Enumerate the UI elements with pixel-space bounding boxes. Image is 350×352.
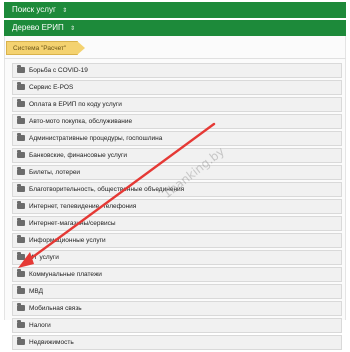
category-label: ИТ услуги: [29, 254, 59, 261]
breadcrumb-system-raschet[interactable]: Система "Расчет": [6, 41, 85, 55]
category-label: Недвижимость: [29, 339, 74, 346]
folder-icon: [17, 303, 25, 311]
divider: [4, 58, 346, 59]
category-item[interactable]: Банковские, финансовые услуги: [12, 148, 342, 163]
folder-icon: [17, 201, 25, 209]
category-label: Борьба с COVID-19: [29, 67, 88, 74]
folder-icon: [17, 218, 25, 226]
category-item[interactable]: Интернет-магазины/сервисы: [12, 216, 342, 231]
category-label: Авто-мото покупка, обслуживание: [29, 118, 133, 125]
category-item[interactable]: Коммунальные платежи: [12, 267, 342, 282]
folder-icon: [17, 235, 25, 243]
folder-icon: [17, 82, 25, 90]
category-item[interactable]: Мобильная связь: [12, 301, 342, 316]
category-item[interactable]: Борьба с COVID-19: [12, 63, 342, 78]
erip-tree-tab[interactable]: Дерево ЕРИП ⇕: [4, 20, 346, 36]
category-label: Сервис E-POS: [29, 84, 74, 91]
category-label: Мобильная связь: [29, 305, 82, 312]
folder-icon: [17, 320, 25, 328]
folder-icon: [17, 116, 25, 124]
category-label: Интернет, телевидение, телефония: [29, 203, 137, 210]
category-item[interactable]: Сервис E-POS: [12, 80, 342, 95]
breadcrumb-label: Система "Расчет": [13, 45, 67, 52]
folder-icon: [17, 252, 25, 260]
category-label: Оплата в ЕРИП по коду услуги: [29, 101, 122, 108]
erip-window: Поиск услуг ⇕ Дерево ЕРИП ⇕ Система "Рас…: [0, 0, 350, 350]
category-item[interactable]: МВД: [12, 284, 342, 299]
category-label: Билеты, лотереи: [29, 169, 81, 176]
category-item[interactable]: Информационные услуги: [12, 233, 342, 248]
folder-icon: [17, 133, 25, 141]
category-label: Информационные услуги: [29, 237, 106, 244]
category-label: Интернет-магазины/сервисы: [29, 220, 116, 227]
folder-icon: [17, 184, 25, 192]
category-item[interactable]: Интернет, телевидение, телефония: [12, 199, 342, 214]
folder-icon: [17, 150, 25, 158]
category-label: МВД: [29, 288, 44, 295]
expand-toggle-icon: ⇕: [62, 8, 68, 14]
category-list: Борьба с COVID-19 Сервис E-POS Оплата в ЕР…: [12, 63, 342, 352]
folder-icon: [17, 286, 25, 294]
folder-icon: [17, 337, 25, 345]
category-item[interactable]: Налоги: [12, 318, 342, 333]
category-item[interactable]: ИТ услуги: [12, 250, 342, 265]
category-label: Коммунальные платежи: [29, 271, 102, 278]
category-item[interactable]: Оплата в ЕРИП по коду услуги: [12, 97, 342, 112]
category-item[interactable]: Административные процедуры, госпошлина: [12, 131, 342, 146]
expand-toggle-icon: ⇕: [70, 26, 76, 32]
erip-tree-label: Дерево ЕРИП: [12, 23, 64, 32]
search-services-label: Поиск услуг: [12, 5, 56, 14]
category-label: Налоги: [29, 322, 51, 329]
search-services-tab[interactable]: Поиск услуг ⇕: [4, 2, 346, 18]
folder-icon: [17, 65, 25, 73]
category-label: Банковские, финансовые услуги: [29, 152, 128, 159]
category-item[interactable]: Авто-мото покупка, обслуживание: [12, 114, 342, 129]
folder-icon: [17, 269, 25, 277]
category-label: Административные процедуры, госпошлина: [29, 135, 163, 142]
folder-icon: [17, 167, 25, 175]
folder-icon: [17, 99, 25, 107]
category-item[interactable]: Недвижимость: [12, 335, 342, 350]
